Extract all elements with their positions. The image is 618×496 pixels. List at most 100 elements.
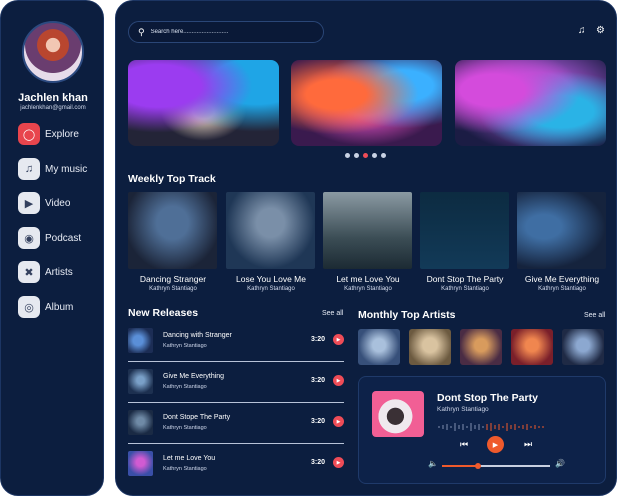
release-duration: 3:20	[311, 377, 326, 384]
volume-fill	[442, 465, 478, 467]
release-cover	[128, 369, 153, 394]
nav-label: Podcast	[45, 232, 82, 244]
nav-video[interactable]: ▶ Video	[18, 191, 70, 215]
player-track-artist: Kathryn Stantiago	[437, 406, 489, 413]
artist-thumb[interactable]	[562, 329, 604, 365]
release-duration: 3:20	[311, 336, 326, 343]
volume-slider[interactable]	[442, 463, 550, 469]
divider	[128, 402, 344, 403]
previous-icon[interactable]: ⏮	[460, 439, 468, 450]
user-email: jachlenkhan@gmail.com	[20, 105, 86, 111]
album-icon: ◎	[18, 296, 40, 318]
nav-label: Album	[45, 301, 74, 313]
compass-icon: ◯	[18, 123, 40, 145]
volume-high-icon[interactable]: 🔊	[555, 459, 565, 468]
release-duration: 3:20	[311, 459, 326, 466]
nav-label: Explore	[45, 128, 79, 140]
play-button[interactable]: ▶	[333, 457, 344, 468]
track-card[interactable]: Let me Love You Kathryn Stantiago	[323, 192, 413, 292]
track-title: Give Me Everything	[524, 274, 600, 284]
track-artist: Kathryn Stantiago	[344, 286, 392, 292]
play-button[interactable]: ▶	[333, 334, 344, 345]
release-cover	[128, 328, 153, 353]
nav-album[interactable]: ◎ Album	[18, 295, 73, 319]
play-icon: ▶	[492, 441, 499, 449]
release-row[interactable]: Dont Stope The Party Kathryn Stantiago 3…	[128, 410, 344, 440]
gear-icon[interactable]: ⚙	[596, 25, 605, 36]
carousel-dots	[345, 153, 386, 158]
play-pause-button[interactable]: ▶	[487, 436, 504, 453]
play-icon: ▶	[336, 377, 341, 384]
nav-label: My music	[45, 163, 88, 175]
play-button[interactable]: ▶	[333, 416, 344, 427]
weekly-top-track-title: Weekly Top Track	[128, 173, 216, 185]
release-artist: Kathryn Stantiago	[163, 384, 207, 390]
artist-thumb[interactable]	[511, 329, 553, 365]
track-artist: Kathryn Stantiago	[441, 286, 489, 292]
avatar[interactable]	[22, 21, 84, 83]
track-artist: Kathryn Stantiago	[149, 286, 197, 292]
waveform[interactable]	[437, 421, 547, 433]
monthly-top-artists-title: Monthly Top Artists	[358, 309, 456, 321]
search-icon: ⚲	[138, 26, 145, 37]
now-playing-card: Dont Stop The Party Kathryn Stantiago ⏮ …	[358, 376, 606, 484]
search-input[interactable]	[150, 29, 311, 35]
release-artist: Kathryn Stantiago	[163, 425, 207, 431]
track-title: Dancing Stranger	[139, 274, 207, 284]
banner-guitarist[interactable]	[291, 60, 442, 146]
nav-label: Video	[45, 197, 71, 209]
artist-thumb[interactable]	[358, 329, 400, 365]
sidebar: Jachlen khan jachlenkhan@gmail.com ◯ Exp…	[0, 0, 104, 496]
track-cover	[323, 192, 412, 269]
artist-thumb[interactable]	[409, 329, 451, 365]
artists-icon: ✖	[18, 261, 40, 283]
release-artist: Kathryn Stantiago	[163, 343, 207, 349]
monthly-see-all-link[interactable]: See all	[584, 312, 605, 319]
divider	[128, 443, 344, 444]
carousel-dot[interactable]	[381, 153, 386, 158]
video-icon: ▶	[18, 192, 40, 214]
release-row[interactable]: Give Me Everything Kathryn Stantiago 3:2…	[128, 369, 344, 399]
track-cover	[517, 192, 606, 269]
nav-artists[interactable]: ✖ Artists	[18, 260, 73, 284]
release-cover	[128, 451, 153, 476]
search-bar[interactable]: ⚲	[128, 21, 324, 43]
track-cover	[226, 192, 315, 269]
play-icon: ▶	[336, 418, 341, 425]
release-title: Dancing with Stranger	[163, 332, 232, 339]
nav-podcast[interactable]: ◉ Podcast	[18, 226, 81, 250]
new-releases-title: New Releases	[128, 307, 199, 319]
play-icon: ▶	[336, 459, 341, 466]
track-card[interactable]: Dont Stop The Party Kathryn Stantiago	[420, 192, 510, 292]
play-icon: ▶	[336, 336, 341, 343]
track-card[interactable]: Lose You Love Me Kathryn Stantiago	[226, 192, 316, 292]
track-artist: Kathryn Stantiago	[247, 286, 295, 292]
carousel-dot-active[interactable]	[363, 153, 368, 158]
player-cover	[372, 391, 424, 437]
banner-dj[interactable]	[128, 60, 279, 146]
play-button[interactable]: ▶	[333, 375, 344, 386]
bell-icon[interactable]: ♫	[578, 25, 586, 36]
release-cover	[128, 410, 153, 435]
banner-band[interactable]	[455, 60, 606, 146]
artist-thumb[interactable]	[460, 329, 502, 365]
volume-handle[interactable]	[474, 463, 481, 469]
track-title: Let me Love You	[336, 274, 400, 284]
podcast-icon: ◉	[18, 227, 40, 249]
carousel-dot[interactable]	[372, 153, 377, 158]
track-artist: Kathryn Stantiago	[538, 286, 586, 292]
release-row[interactable]: Let me Love You Kathryn Stantiago 3:20 ▶	[128, 451, 344, 481]
divider	[128, 361, 344, 362]
track-card[interactable]: Give Me Everything Kathryn Stantiago	[517, 192, 607, 292]
next-icon[interactable]: ⏭	[524, 439, 532, 450]
nav-my-music[interactable]: ♫ My music	[18, 157, 87, 181]
carousel-dot[interactable]	[354, 153, 359, 158]
track-card[interactable]: Dancing Stranger Kathryn Stantiago	[128, 192, 218, 292]
carousel-dot[interactable]	[345, 153, 350, 158]
nav-explore[interactable]: ◯ Explore	[18, 122, 79, 146]
new-releases-see-all-link[interactable]: See all	[322, 310, 343, 317]
volume-low-icon[interactable]: 🔈	[428, 459, 438, 468]
release-row[interactable]: Dancing with Stranger Kathryn Stantiago …	[128, 328, 344, 358]
release-title: Let me Love You	[163, 455, 216, 462]
release-title: Give Me Everything	[163, 373, 225, 380]
